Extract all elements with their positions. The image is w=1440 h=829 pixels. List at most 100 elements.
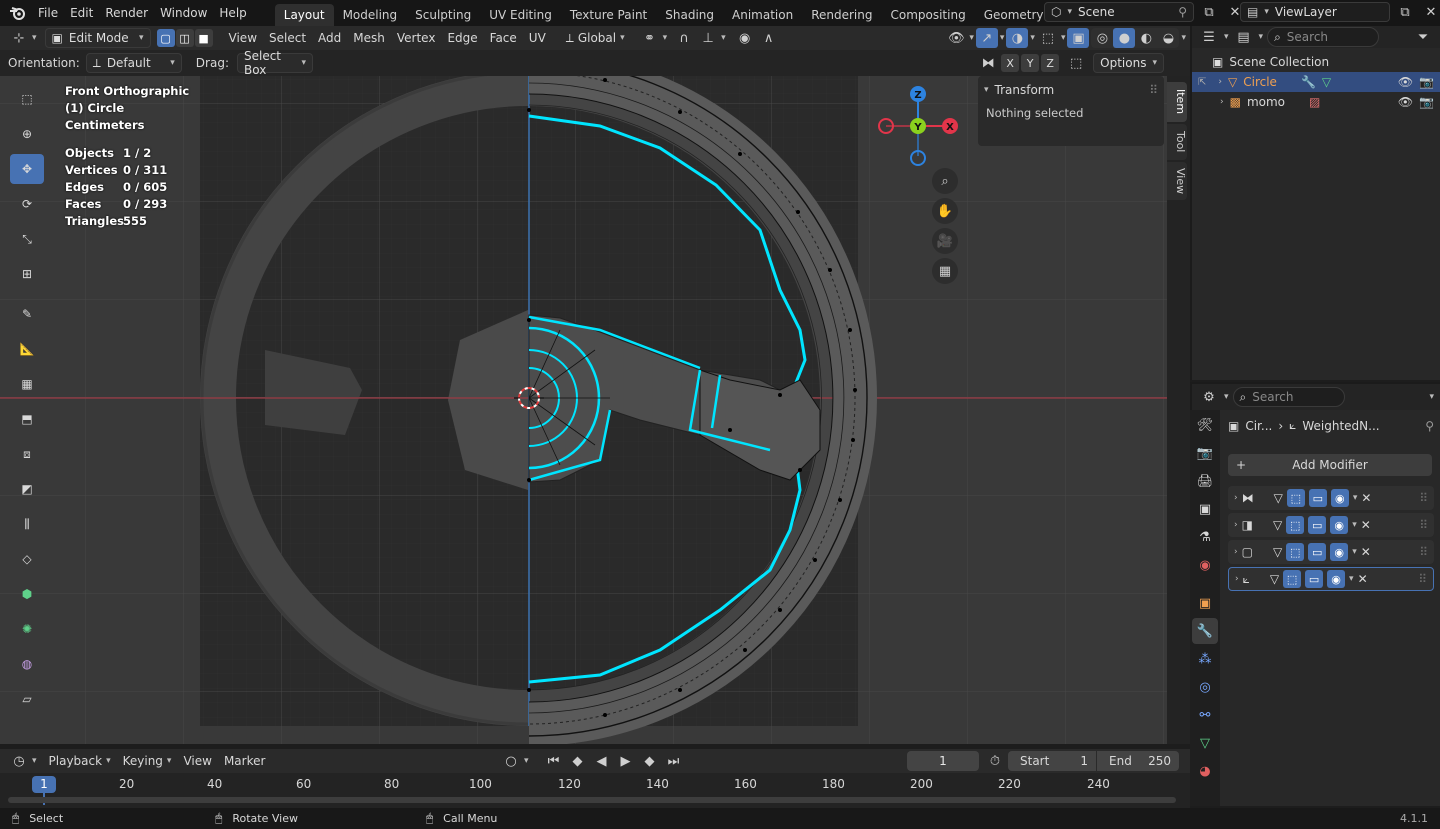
menu-help[interactable]: Help — [213, 3, 252, 23]
edge-select-icon[interactable]: ◫ — [175, 29, 194, 47]
solid-shading-icon[interactable]: ● — [1113, 28, 1136, 48]
pin-icon[interactable]: ⚲ — [1178, 5, 1187, 19]
edit-mode-toggle[interactable]: ⬚ — [1283, 570, 1302, 588]
outliner-item-circle[interactable]: ⇱ › ▽ Circle 🔧 ▽ 👁 📷 — [1192, 72, 1440, 92]
chevron-right-icon[interactable]: › — [1218, 77, 1222, 87]
menu-window[interactable]: Window — [154, 3, 213, 23]
smooth-tool-icon[interactable]: ◍ — [10, 649, 44, 679]
pin-icon[interactable]: ⚲ — [1425, 419, 1434, 433]
tab-texture-paint[interactable]: Texture Paint — [561, 4, 656, 26]
play-icon[interactable]: ▶ — [615, 751, 637, 771]
edit-mode-toggle[interactable]: ⬚ — [1286, 516, 1305, 534]
scale-tool-icon[interactable]: ⤡ — [10, 224, 44, 254]
drag-handle-icon[interactable]: ⠿ — [1419, 491, 1428, 505]
falloff-icon[interactable]: ∧ — [758, 28, 780, 48]
timeline-ruler[interactable]: 1 20 40 60 80 100 120 140 160 180 200 22… — [0, 773, 1190, 808]
object-properties-icon[interactable]: ▣ — [1192, 590, 1218, 616]
new-view-layer-icon[interactable]: ⧉ — [1394, 2, 1416, 22]
mesh-data-icon[interactable]: ▽ — [1322, 75, 1331, 89]
scene-properties-icon[interactable]: ⚗ — [1192, 524, 1218, 550]
modifier-weighted-normal[interactable]: › ⟀ ▽ ⬚ ▭ ◉ ▾ ✕ ⠿ — [1228, 567, 1434, 591]
modifier-mirror[interactable]: › ⧓ ▽ ⬚ ▭ ◉ ▾ ✕ ⠿ — [1228, 486, 1434, 510]
menu-view[interactable]: View — [223, 28, 263, 48]
vertex-select-icon[interactable]: ▢ — [156, 29, 175, 47]
data-properties-icon[interactable]: ▽ — [1192, 730, 1218, 756]
xray-toggle-icon[interactable]: ▣ — [1067, 28, 1090, 48]
move-tool-icon[interactable]: ✥ — [10, 154, 44, 184]
viewport-display-toggle[interactable]: ▭ — [1308, 489, 1327, 507]
mirror-x-toggle[interactable]: X — [1001, 54, 1020, 72]
auto-keying-icon[interactable]: ○ — [500, 751, 522, 771]
menu-face[interactable]: Face — [484, 28, 523, 48]
jump-start-icon[interactable]: ⏮ — [543, 751, 565, 771]
edit-mode-toggle[interactable]: ⬚ — [1286, 543, 1305, 561]
view-layer-field[interactable]: ▤ ▾ ViewLayer — [1240, 2, 1390, 22]
world-properties-icon[interactable]: ◉ — [1192, 552, 1218, 578]
overlay-toggle-icon[interactable]: ◑ — [1006, 28, 1029, 48]
measure-tool-icon[interactable]: 📐 — [10, 334, 44, 364]
end-frame-field[interactable]: End 250 — [1097, 751, 1179, 771]
eye-visibility-icon[interactable]: 👁 — [1398, 75, 1413, 89]
menu-uv[interactable]: UV — [523, 28, 552, 48]
edit-mode-toggle[interactable]: ⬚ — [1286, 489, 1305, 507]
menu-edit[interactable]: Edit — [64, 3, 99, 23]
pan-hand-icon[interactable]: ✋ — [932, 198, 958, 224]
new-scene-icon[interactable]: ⧉ — [1198, 2, 1220, 22]
viewport-display-toggle[interactable]: ▭ — [1305, 570, 1324, 588]
gizmo-toggle-icon[interactable]: ↗ — [975, 28, 998, 48]
outliner-search-input[interactable]: ⌕ Search — [1267, 27, 1380, 47]
add-cube-tool-icon[interactable]: ▦ — [10, 369, 44, 399]
chevron-right-icon[interactable]: › — [1234, 493, 1238, 503]
render-toggle[interactable]: ◉ — [1327, 570, 1346, 588]
select-icon[interactable]: ⇱ — [1198, 77, 1206, 88]
loop-cut-tool-icon[interactable]: ⫼ — [10, 509, 44, 539]
drag-handle-icon[interactable]: ⠿ — [1149, 83, 1158, 97]
tab-item[interactable]: Item — [1167, 82, 1187, 122]
edit-mode-cage-icon[interactable]: ▽ — [1274, 491, 1283, 505]
edit-mode-cage-icon[interactable]: ▽ — [1273, 545, 1282, 559]
pivot-point-icon[interactable]: ⚭ — [639, 28, 661, 48]
transform-orientation[interactable]: ⟂ Global ▾ — [566, 31, 625, 46]
render-toggle[interactable]: ◉ — [1330, 516, 1349, 534]
shear-tool-icon[interactable]: ▱ — [10, 684, 44, 714]
render-toggle[interactable]: ◉ — [1330, 489, 1349, 507]
image-data-icon[interactable]: ▨ — [1309, 95, 1320, 109]
modifier-subdivision[interactable]: › ▢ ▽ ⬚ ▭ ◉ ▾ ✕ ⠿ — [1228, 540, 1434, 564]
edit-mode-cage-icon[interactable]: ▽ — [1273, 518, 1282, 532]
ortho-grid-icon[interactable]: ▦ — [932, 258, 958, 284]
editor-type-icon[interactable]: ⊹ — [8, 28, 30, 48]
output-properties-icon[interactable]: 🖨 — [1192, 468, 1218, 494]
drag-dropdown[interactable]: Select Box ▾ — [236, 49, 313, 77]
inset-tool-icon[interactable]: ⧈ — [10, 439, 44, 469]
zoom-icon[interactable]: ⌕ — [932, 168, 958, 194]
knife-tool-icon[interactable]: ◇ — [10, 544, 44, 574]
menu-mesh[interactable]: Mesh — [347, 28, 391, 48]
mirror-y-toggle[interactable]: Y — [1021, 54, 1040, 72]
physics-properties-icon[interactable]: ◎ — [1192, 674, 1218, 700]
mirror-icon[interactable]: ⧓ — [977, 53, 999, 73]
proportional-editing-icon[interactable]: ◉ — [734, 28, 756, 48]
menu-marker[interactable]: Marker — [218, 751, 271, 771]
chevron-right-icon[interactable]: › — [1234, 547, 1238, 557]
tab-uv-editing[interactable]: UV Editing — [480, 4, 561, 26]
chevron-right-icon[interactable]: › — [1220, 97, 1224, 107]
viewport-display-toggle[interactable]: ▭ — [1308, 516, 1327, 534]
viewport-display-toggle[interactable]: ▭ — [1308, 543, 1327, 561]
tab-shading[interactable]: Shading — [656, 4, 723, 26]
drag-handle-icon[interactable]: ⠿ — [1418, 572, 1427, 586]
scene-field[interactable]: ⬡ ▾ Scene ⚲ — [1044, 2, 1194, 22]
visibility-icon[interactable]: 👁 — [945, 28, 967, 48]
modifier-wrench-icon[interactable]: 🔧 — [1301, 75, 1316, 89]
tab-animation[interactable]: Animation — [723, 4, 802, 26]
options-dropdown[interactable]: Options ▾ — [1093, 53, 1164, 73]
blender-logo-icon[interactable] — [6, 3, 28, 23]
render-camera-icon[interactable]: 📷 — [1419, 95, 1434, 109]
menu-select[interactable]: Select — [263, 28, 312, 48]
tab-compositing[interactable]: Compositing — [881, 4, 974, 26]
rendered-shading-icon[interactable]: ◒ — [1157, 28, 1179, 48]
properties-editor-icon[interactable]: ⚙ — [1198, 387, 1220, 407]
snap-icon[interactable]: ∩ — [673, 28, 695, 48]
menu-keying[interactable]: Keying ▾ — [117, 751, 178, 771]
tool-properties-icon[interactable]: 🛠 — [1192, 412, 1218, 438]
chevron-down-icon[interactable]: ▾ — [1352, 547, 1357, 557]
